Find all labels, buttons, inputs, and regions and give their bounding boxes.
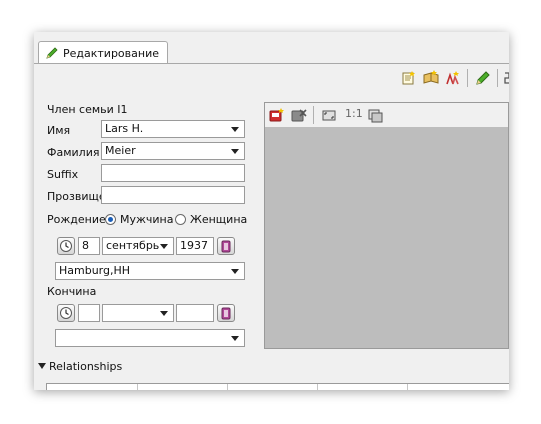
edit-pencil-icon[interactable] <box>475 70 491 86</box>
sex-male-label: Мужчина <box>120 213 174 226</box>
tab-edit[interactable]: Редактирование <box>38 41 168 64</box>
table-column-divider <box>227 384 228 390</box>
calendar-icon <box>221 240 231 253</box>
relationships-label[interactable]: Relationships <box>49 360 122 373</box>
remove-image-icon[interactable] <box>291 107 307 123</box>
birth-calendar-button[interactable] <box>217 237 235 255</box>
overflow-icon[interactable] <box>504 70 509 86</box>
chevron-down-icon <box>231 127 239 132</box>
main-toolbar <box>34 64 509 92</box>
table-column-divider <box>317 384 318 390</box>
chevron-down-icon <box>160 311 168 316</box>
death-date-type-button[interactable] <box>57 304 75 322</box>
member-title: Член семьи I1 <box>47 103 128 116</box>
zoom-one-to-one-button[interactable]: 1:1 <box>345 107 363 120</box>
death-year-input[interactable] <box>176 304 214 322</box>
table-column-divider <box>407 384 408 390</box>
last-name-label: Фамилия <box>47 146 100 159</box>
calendar-icon <box>221 307 231 320</box>
suffix-label: Suffix <box>47 168 79 181</box>
image-properties-icon[interactable] <box>367 107 383 123</box>
birth-place-combo[interactable]: Hamburg,HH <box>55 262 245 280</box>
chevron-down-icon <box>231 149 239 154</box>
clock-icon <box>60 240 72 252</box>
birth-date-type-button[interactable] <box>57 237 75 255</box>
image-toolbar: 1:1 <box>265 103 508 127</box>
first-name-combo[interactable]: Lars H. <box>101 120 245 138</box>
toolbar-separator <box>313 106 314 124</box>
new-note-icon[interactable] <box>401 70 417 86</box>
birth-year-input[interactable]: 1937 <box>176 237 214 255</box>
image-panel: 1:1 <box>264 102 509 349</box>
add-image-icon[interactable] <box>269 107 285 123</box>
toolbar-separator <box>497 69 498 87</box>
tab-bar: Редактирование <box>34 32 509 64</box>
nickname-label: Прозвище <box>47 190 106 203</box>
birth-place-value: Hamburg,HH <box>59 264 131 277</box>
death-calendar-button[interactable] <box>217 304 235 322</box>
chevron-down-icon <box>231 336 239 341</box>
fit-image-icon[interactable] <box>321 107 337 123</box>
editor-window: Редактирование Член семьи I1 Имя Lars H.… <box>34 32 509 390</box>
death-label: Кончина <box>47 285 97 298</box>
toolbar-separator <box>467 69 468 87</box>
first-name-value: Lars H. <box>105 122 144 135</box>
sex-female-radio[interactable] <box>175 214 186 225</box>
table-column-divider <box>137 384 138 390</box>
expand-triangle-icon[interactable] <box>38 363 46 369</box>
birth-label: Рождение <box>47 213 106 226</box>
death-place-combo[interactable] <box>55 329 245 347</box>
sex-male-radio[interactable] <box>105 214 116 225</box>
death-day-input[interactable] <box>78 304 100 322</box>
suffix-input[interactable] <box>101 164 245 182</box>
image-area <box>265 127 508 348</box>
nickname-input[interactable] <box>101 186 245 204</box>
tab-edit-label: Редактирование <box>63 46 159 60</box>
birth-month-combo[interactable]: сентябрь <box>102 237 174 255</box>
relationships-table <box>46 383 509 390</box>
death-month-combo[interactable] <box>102 304 174 322</box>
first-name-label: Имя <box>47 124 71 137</box>
clock-icon <box>60 307 72 319</box>
birth-month-value: сентябрь <box>106 239 160 252</box>
new-repository-icon[interactable] <box>445 70 461 86</box>
birth-day-input[interactable]: 8 <box>78 237 100 255</box>
last-name-value: Meier <box>105 144 136 157</box>
pencil-icon <box>45 46 59 60</box>
new-source-icon[interactable] <box>423 70 439 86</box>
chevron-down-icon <box>160 244 168 249</box>
chevron-down-icon <box>231 269 239 274</box>
sex-female-label: Женщина <box>190 213 248 226</box>
last-name-combo[interactable]: Meier <box>101 142 245 160</box>
